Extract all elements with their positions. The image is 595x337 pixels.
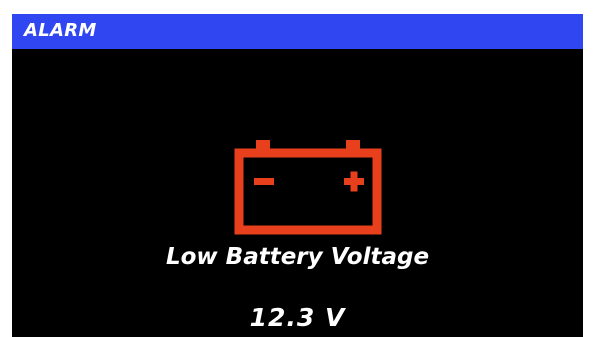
alarm-message: Low Battery Voltage <box>165 244 430 270</box>
alarm-header-bar: ALARM <box>12 14 583 49</box>
battery-icon <box>234 140 382 235</box>
alarm-screen: ALARM Low Battery Voltage 12.3 V <box>12 14 583 337</box>
voltage-value: 12.3 V <box>249 303 346 332</box>
header-title: ALARM <box>24 20 97 41</box>
